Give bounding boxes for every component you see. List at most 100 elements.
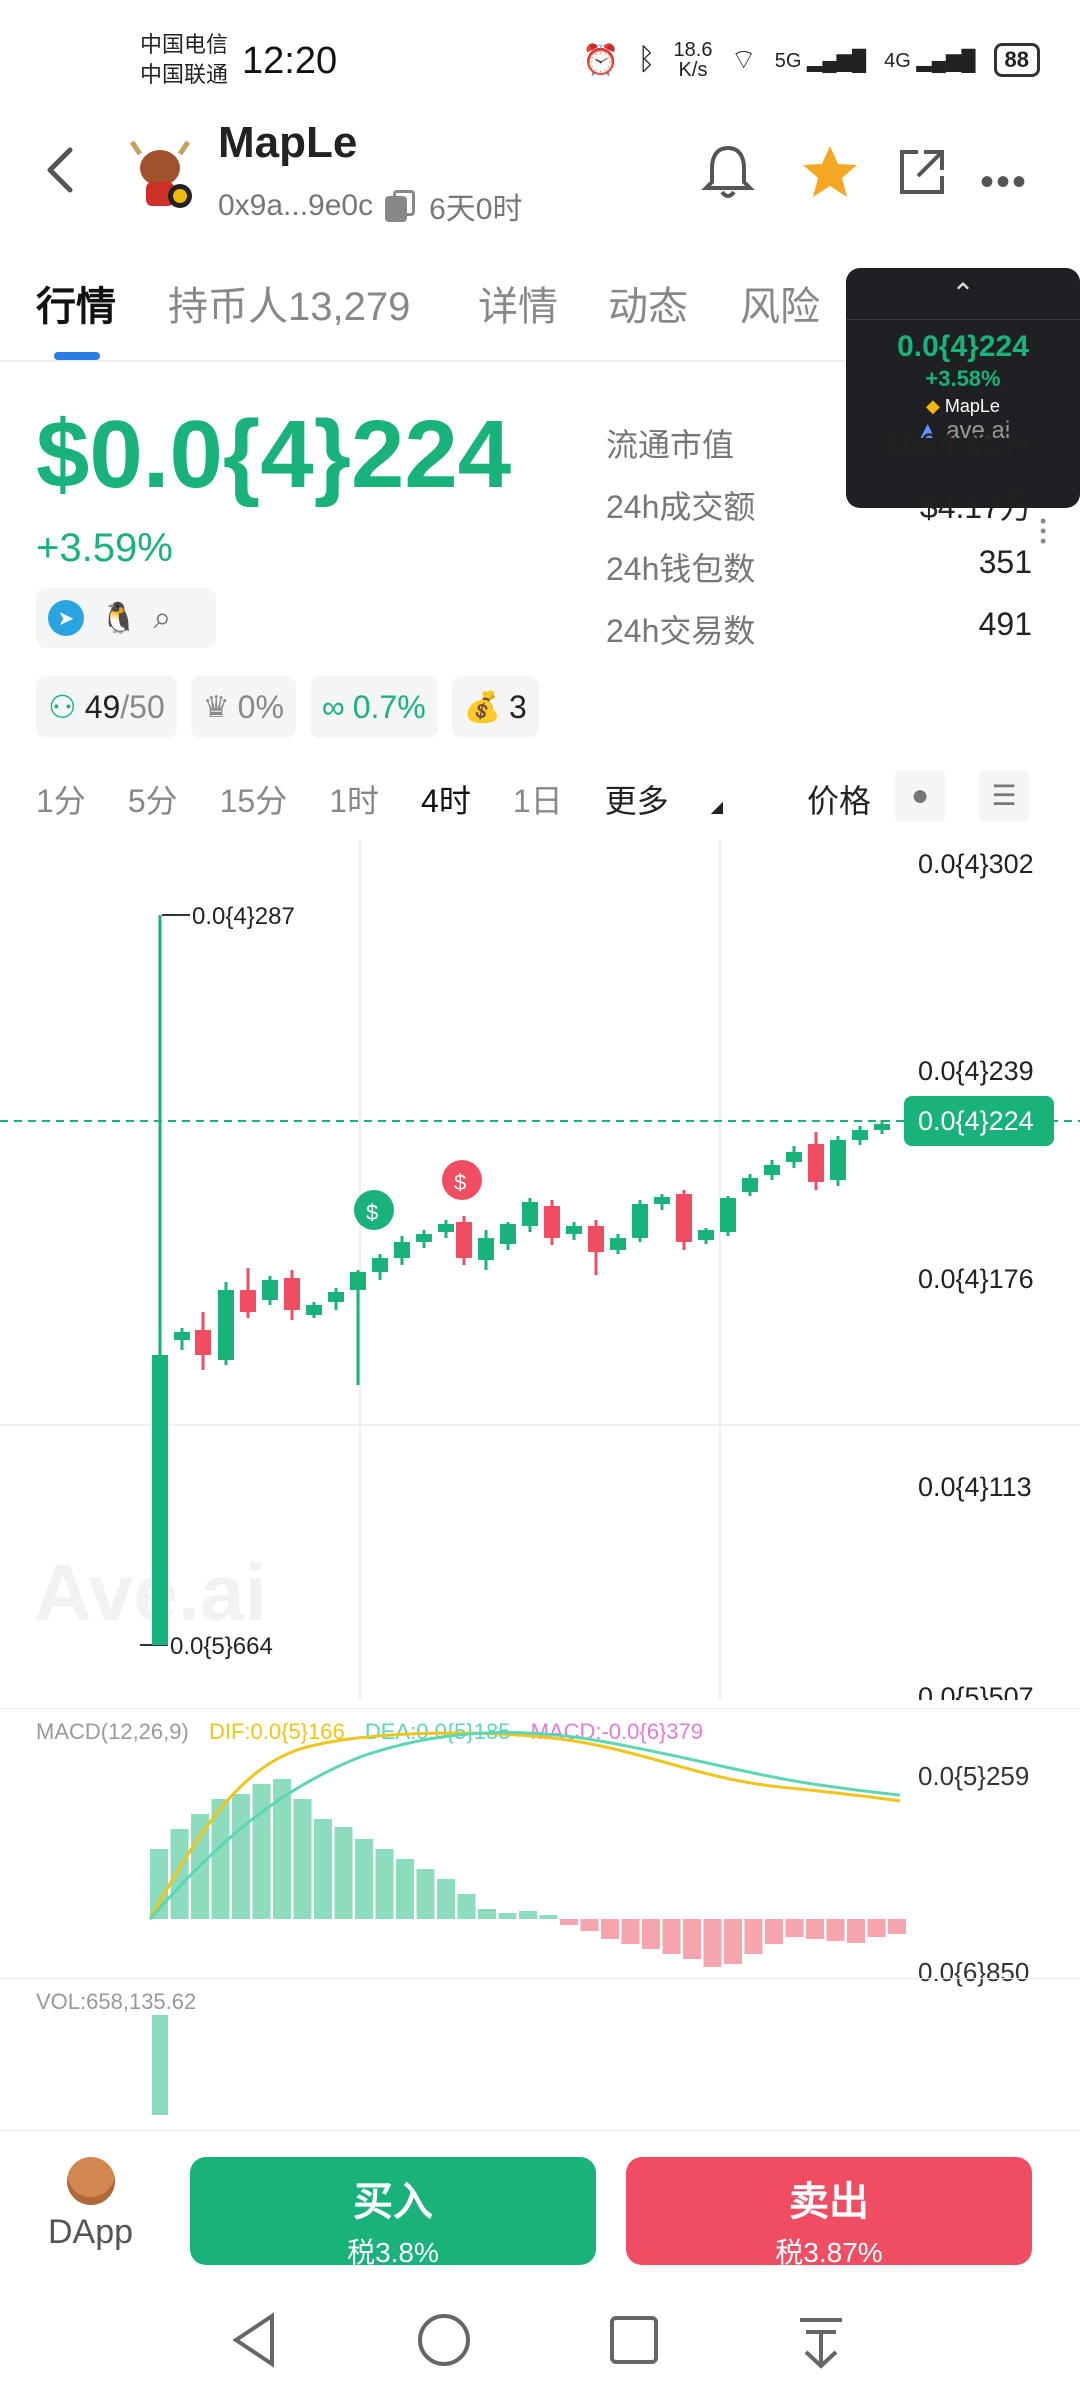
tab-holders[interactable]: 持币人13,279 [168,274,410,332]
holders-chip[interactable]: ⚇ 49/50 [36,676,177,738]
token-age: 6天0时 [429,193,523,226]
bnb-icon: ◆ [926,396,940,416]
token-address-row: 0x9a...9e0c 6天0时 [218,184,523,228]
current-price-label: 0.0{4}224 [918,1106,1034,1136]
current-price: $0.0{4}224 [36,401,512,508]
nav-home-icon[interactable] [418,2314,470,2366]
macd-panel[interactable]: MACD(12,26,9) DIF:0.0{5}166 DEA:0.0{5}18… [0,1708,1080,1987]
vertical-more-icon[interactable]: • • • [1040,512,1046,550]
indicator-button[interactable]: ● [894,770,946,822]
coins-chip[interactable]: 💰 3 [451,676,539,738]
candle-body [544,1206,560,1238]
macd-bar [601,1919,619,1939]
token-name: MapLe [218,118,358,167]
interval-4h[interactable]: 4时 [421,776,471,822]
macd-bar [724,1919,742,1964]
net-speed: 18.6 K/s [674,40,713,80]
chart-settings-button[interactable]: ☰ [978,770,1030,822]
token-avatar [129,138,196,210]
candle-body [416,1234,432,1242]
interval-more-label: 更多 [604,783,669,819]
link-icon: ∞ [321,688,345,725]
net-speed-value: 18.6 [673,39,713,61]
interval-15m[interactable]: 15分 [220,776,288,822]
nav-back-icon[interactable] [232,2312,274,2368]
copy-icon[interactable] [385,190,417,222]
interval-5m[interactable]: 5分 [128,776,178,822]
macd-bar [765,1919,783,1944]
star-icon[interactable] [800,142,860,207]
candle-body [372,1258,388,1272]
candle-body [786,1152,802,1162]
social-links: ➤ 🐧 ⌕ [36,588,216,648]
stat-label: 24h交易数 [606,613,756,649]
net-label-1: 5G [774,49,802,72]
interval-1m[interactable]: 1分 [36,776,86,822]
macd-bar [498,1913,517,1919]
macd-bar [744,1919,763,1954]
chef-chip[interactable]: ♛ 0% [190,676,296,738]
macd-bar [785,1919,804,1937]
bell-icon[interactable] [700,142,756,207]
macd-bar [416,1869,435,1919]
share-icon[interactable] [894,144,950,205]
nav-dropdown-icon[interactable] [800,2318,842,2369]
interval-1d[interactable]: 1日 [513,776,563,822]
popup-price: 0.0{4}224 [897,330,1029,363]
system-nav-bar [0,2280,1080,2400]
nav-recents-icon[interactable] [610,2316,658,2364]
popup-change: +3.58% [925,366,1001,391]
macd-bar [580,1919,599,1931]
buy-button[interactable]: 买入 税3.8% [190,2157,596,2268]
y-axis-label: 0.0{4}176 [918,1264,1034,1294]
tab-market[interactable]: 行情 [36,274,116,332]
dapp-button[interactable]: DApp [48,2157,133,2252]
more-icon[interactable]: ••• [980,160,1028,205]
back-button[interactable] [40,140,90,200]
macd-bar [478,1909,496,1919]
stat-row: 24h交易数 491 [606,606,1032,668]
price-chart[interactable]: Ave.ai 0.0{4}224 0.0{4}302 0.0{4}239 0.0… [0,840,1080,1712]
bonds-chip[interactable]: ∞ 0.7% [309,676,438,738]
telegram-icon[interactable]: ➤ [48,600,84,636]
tab-risk[interactable]: 风险 [740,274,820,332]
sell-button[interactable]: 卖出 税3.87% [626,2157,1032,2268]
signal-4g: 4G ▂▄▆█ [884,49,976,72]
sell-label: 卖出 [789,2180,869,2224]
interval-more[interactable]: 更多 ◢ [605,776,765,822]
user-star-icon: ⚇ [48,689,77,725]
macd-bar [683,1919,701,1959]
carrier-2: 中国联通 [140,62,229,87]
candle-body [764,1165,780,1175]
candle-body [742,1178,758,1192]
tab-details[interactable]: 详情 [478,274,558,332]
stat-value: 351 [978,544,1032,580]
stats-panel: 流通市值 $664.61万 24h成交额 $4.17万 24h钱包数 351 24h交… [606,420,1032,668]
macd-bar [519,1911,537,1919]
price-toggle-label: 价格 [807,783,872,819]
chevron-up-icon[interactable]: ⌃ [846,268,1080,320]
macd-bar [457,1894,476,1919]
interval-1h[interactable]: 1时 [329,776,379,822]
high-label: 0.0{4}287 [192,903,295,930]
dapp-label: DApp [48,2213,134,2251]
sell-tax: 税3.87% [775,2237,883,2268]
macd-bar [560,1919,578,1925]
candle-body [478,1238,494,1260]
qq-icon[interactable]: 🐧 [100,601,137,636]
candlestick-chart[interactable]: Ave.ai 0.0{4}224 0.0{4}302 0.0{4}239 0.0… [0,840,1080,1712]
back-arrow-icon [47,147,73,193]
search-icon[interactable]: ⌕ [153,599,171,637]
price-change: +3.59% [36,526,173,570]
volume-panel[interactable]: VOL:658,135.62 [0,1978,1080,2128]
carrier-1: 中国电信 [140,32,229,57]
metric-chips: ⚇ 49/50 ♛ 0% ∞ 0.7% 💰 3 [36,676,539,738]
low-label: 0.0{5}664 [170,1633,273,1660]
clock: 12:20 [242,40,338,82]
tab-activity[interactable]: 动态 [608,274,688,332]
macd-bar [355,1839,373,1919]
macd-bar [314,1819,332,1919]
candle-body [852,1130,868,1140]
candle-body [566,1226,582,1234]
candle-body [456,1222,472,1258]
